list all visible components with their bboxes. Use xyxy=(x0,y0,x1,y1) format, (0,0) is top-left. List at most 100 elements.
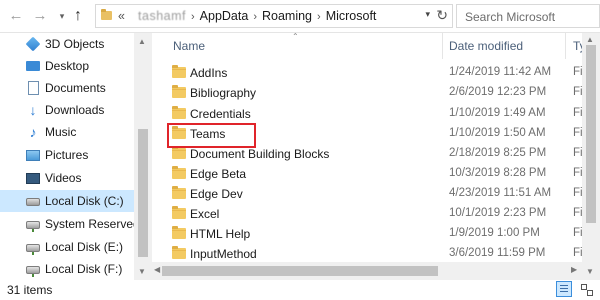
table-row[interactable]: Bibliography 2/6/2019 12:23 PM Fi xyxy=(152,83,583,103)
file-list-pane: ⌃ Name Date modified Ty AddIns 1/24/2019… xyxy=(152,32,600,280)
nav-item-label: 3D Objects xyxy=(45,37,105,51)
nav-item-label: Local Disk (F:) xyxy=(45,262,123,276)
music-icon: ♪ xyxy=(29,124,37,140)
nav-item-label: Pictures xyxy=(45,148,89,162)
file-name: Document Building Blocks xyxy=(190,147,330,161)
breadcrumb: « tashamf › AppData › Roaming › Microsoft xyxy=(118,9,377,23)
nav-item-label: Music xyxy=(45,125,77,139)
table-row[interactable]: Credentials 1/10/2019 1:49 AM Fi xyxy=(152,104,583,124)
nav-item-local-disk-f[interactable]: Local Disk (F:) xyxy=(0,258,134,280)
folder-icon xyxy=(172,206,186,219)
nav-item-desktop[interactable]: Desktop xyxy=(0,55,134,77)
nav-item-documents[interactable]: Documents xyxy=(0,77,134,99)
details-view-icon[interactable] xyxy=(556,281,572,297)
nav-item-label: Downloads xyxy=(45,103,105,117)
forward-arrow-icon[interactable]: → xyxy=(30,6,50,26)
nav-item-local-disk-e[interactable]: Local Disk (E:) xyxy=(0,236,134,258)
address-bar-area: ← → ▾ ↑ « tashamf › AppData › Roaming › Micros… xyxy=(0,0,600,33)
documents-icon xyxy=(28,81,39,95)
breadcrumb-overflow[interactable]: « xyxy=(118,9,125,23)
search-placeholder: Search Microsoft xyxy=(465,10,556,24)
table-row[interactable]: AddIns 1/24/2019 11:42 AM Fi xyxy=(152,63,583,83)
file-name: Edge Beta xyxy=(190,167,247,181)
file-date: 10/1/2019 2:23 PM xyxy=(449,207,547,219)
column-divider[interactable] xyxy=(442,33,443,59)
table-row[interactable]: Excel 10/1/2019 2:23 PM Fi xyxy=(152,204,583,224)
file-date: 1/10/2019 1:50 AM xyxy=(449,127,546,139)
scroll-up-icon[interactable]: ▲ xyxy=(586,35,594,44)
horizontal-scrollbar-thumb[interactable] xyxy=(162,266,438,276)
drive-icon xyxy=(26,266,40,277)
file-name: Excel xyxy=(190,207,220,221)
breadcrumb-microsoft[interactable]: Microsoft xyxy=(326,9,377,23)
nav-item-downloads[interactable]: ↓ Downloads xyxy=(0,99,134,121)
local-disk-icon xyxy=(26,198,40,206)
drive-icon xyxy=(26,244,40,255)
folder-icon xyxy=(172,106,186,119)
file-name: Bibliography xyxy=(190,86,257,100)
file-date: 1/24/2019 11:42 AM xyxy=(449,66,552,78)
scroll-right-icon[interactable]: ▶ xyxy=(571,265,577,274)
column-name-header[interactable]: Name xyxy=(173,39,205,53)
nav-item-music[interactable]: ♪ Music xyxy=(0,121,134,143)
nav-item-label: Desktop xyxy=(45,59,90,73)
refresh-icon[interactable]: ↻ xyxy=(436,7,448,24)
nav-item-local-disk-c[interactable]: Local Disk (C:) xyxy=(0,190,134,212)
file-name: InputMethod xyxy=(190,247,257,261)
horizontal-scrollbar[interactable]: ◀ ▶ xyxy=(152,262,582,280)
table-row[interactable]: Edge Dev 4/23/2019 11:51 AM Fi xyxy=(152,184,583,204)
folder-icon xyxy=(101,9,112,20)
vertical-scrollbar[interactable]: ▲ ▼ xyxy=(582,33,600,280)
scroll-down-icon[interactable]: ▼ xyxy=(138,267,146,276)
breadcrumb-appdata[interactable]: AppData xyxy=(200,9,249,23)
nav-scrollbar-thumb[interactable] xyxy=(138,129,148,257)
nav-scrollbar[interactable]: ▲ ▼ xyxy=(134,33,152,280)
scroll-left-icon[interactable]: ◀ xyxy=(154,265,160,274)
file-date: 10/3/2019 8:28 PM xyxy=(449,167,547,179)
file-date: 3/6/2019 11:59 PM xyxy=(449,247,546,259)
up-arrow-icon[interactable]: ↑ xyxy=(68,6,88,26)
status-bar: 31 items xyxy=(0,280,600,300)
column-header: ⌃ Name Date modified Ty xyxy=(152,32,600,59)
vertical-scrollbar-thumb[interactable] xyxy=(586,45,596,223)
nav-item-3d-objects[interactable]: 3D Objects xyxy=(0,33,134,55)
file-date: 1/9/2019 1:00 PM xyxy=(449,227,540,239)
nav-item-system-reserved[interactable]: System Reserved ( xyxy=(0,213,147,235)
back-arrow-icon[interactable]: ← xyxy=(6,6,26,26)
sort-indicator-icon: ⌃ xyxy=(292,32,299,41)
breadcrumb-roaming[interactable]: Roaming xyxy=(262,9,312,23)
column-divider[interactable] xyxy=(565,33,566,59)
file-name: Edge Dev xyxy=(190,187,243,201)
file-date: 2/18/2019 8:25 PM xyxy=(449,147,547,159)
folder-icon xyxy=(172,85,186,98)
downloads-icon: ↓ xyxy=(29,102,37,118)
cube-3d-icon xyxy=(25,36,41,52)
column-date-header[interactable]: Date modified xyxy=(449,39,523,53)
table-row[interactable]: InputMethod 3/6/2019 11:59 PM Fi xyxy=(152,244,583,264)
file-date: 4/23/2019 11:51 AM xyxy=(449,187,552,199)
nav-item-pictures[interactable]: Pictures xyxy=(0,144,134,166)
file-date: 1/10/2019 1:49 AM xyxy=(449,107,546,119)
nav-item-label: System Reserved ( xyxy=(45,217,148,231)
file-name: AddIns xyxy=(190,66,228,80)
search-input[interactable]: Search Microsoft xyxy=(456,4,600,28)
drive-icon xyxy=(26,221,40,232)
address-dropdown-icon[interactable]: ▾ xyxy=(425,9,430,20)
file-name: HTML Help xyxy=(190,227,251,241)
scroll-up-icon[interactable]: ▲ xyxy=(138,37,146,46)
breadcrumb-user-redacted[interactable]: tashamf xyxy=(138,9,186,23)
item-count: 31 items xyxy=(7,283,53,297)
nav-item-label: Local Disk (E:) xyxy=(45,240,124,254)
nav-item-videos[interactable]: Videos xyxy=(0,167,134,189)
table-row[interactable]: Edge Beta 10/3/2019 8:28 PM Fi xyxy=(152,164,583,184)
nav-item-label: Videos xyxy=(45,171,82,185)
videos-icon xyxy=(26,173,40,184)
folder-icon xyxy=(172,226,186,239)
navigation-pane: 3D Objects Desktop Documents ↓ Downloads… xyxy=(0,33,152,280)
scroll-down-icon[interactable]: ▼ xyxy=(586,267,594,276)
address-bar[interactable]: « tashamf › AppData › Roaming › Microsoft ▾ ↻ xyxy=(95,4,453,28)
large-icons-view-icon[interactable] xyxy=(578,281,594,297)
table-row[interactable]: HTML Help 1/9/2019 1:00 PM Fi xyxy=(152,224,583,244)
nav-item-label: Local Disk (C:) xyxy=(45,194,124,208)
folder-icon xyxy=(172,246,186,259)
